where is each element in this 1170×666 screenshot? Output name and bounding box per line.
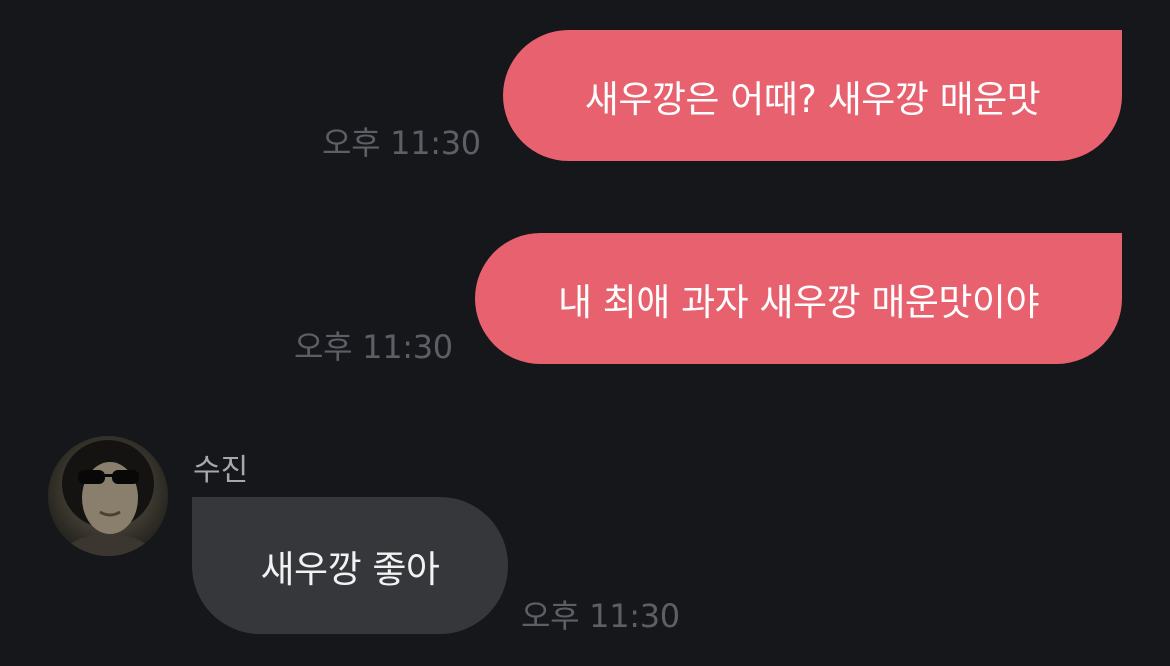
avatar-photo-icon (48, 436, 168, 556)
message-timestamp: 오후 11:30 (294, 328, 453, 366)
outgoing-message-bubble[interactable]: 내 최애 과자 새우깡 매운맛이야 (475, 233, 1122, 364)
message-text: 새우깡은 어때? 새우깡 매운맛 (584, 77, 1041, 121)
incoming-message-bubble[interactable]: 새우깡 좋아 (192, 497, 508, 634)
sender-avatar[interactable] (48, 436, 168, 556)
outgoing-message-bubble[interactable]: 새우깡은 어때? 새우깡 매운맛 (503, 30, 1122, 161)
message-text: 내 최애 과자 새우깡 매운맛이야 (557, 280, 1040, 324)
message-timestamp: 오후 11:30 (322, 124, 481, 162)
chat-message-list: 새우깡은 어때? 새우깡 매운맛 오후 11:30 내 최애 과자 새우깡 매운… (0, 0, 1170, 666)
message-timestamp: 오후 11:30 (521, 597, 680, 635)
message-text: 새우깡 좋아 (260, 547, 440, 591)
sender-name: 수진 (193, 453, 249, 488)
